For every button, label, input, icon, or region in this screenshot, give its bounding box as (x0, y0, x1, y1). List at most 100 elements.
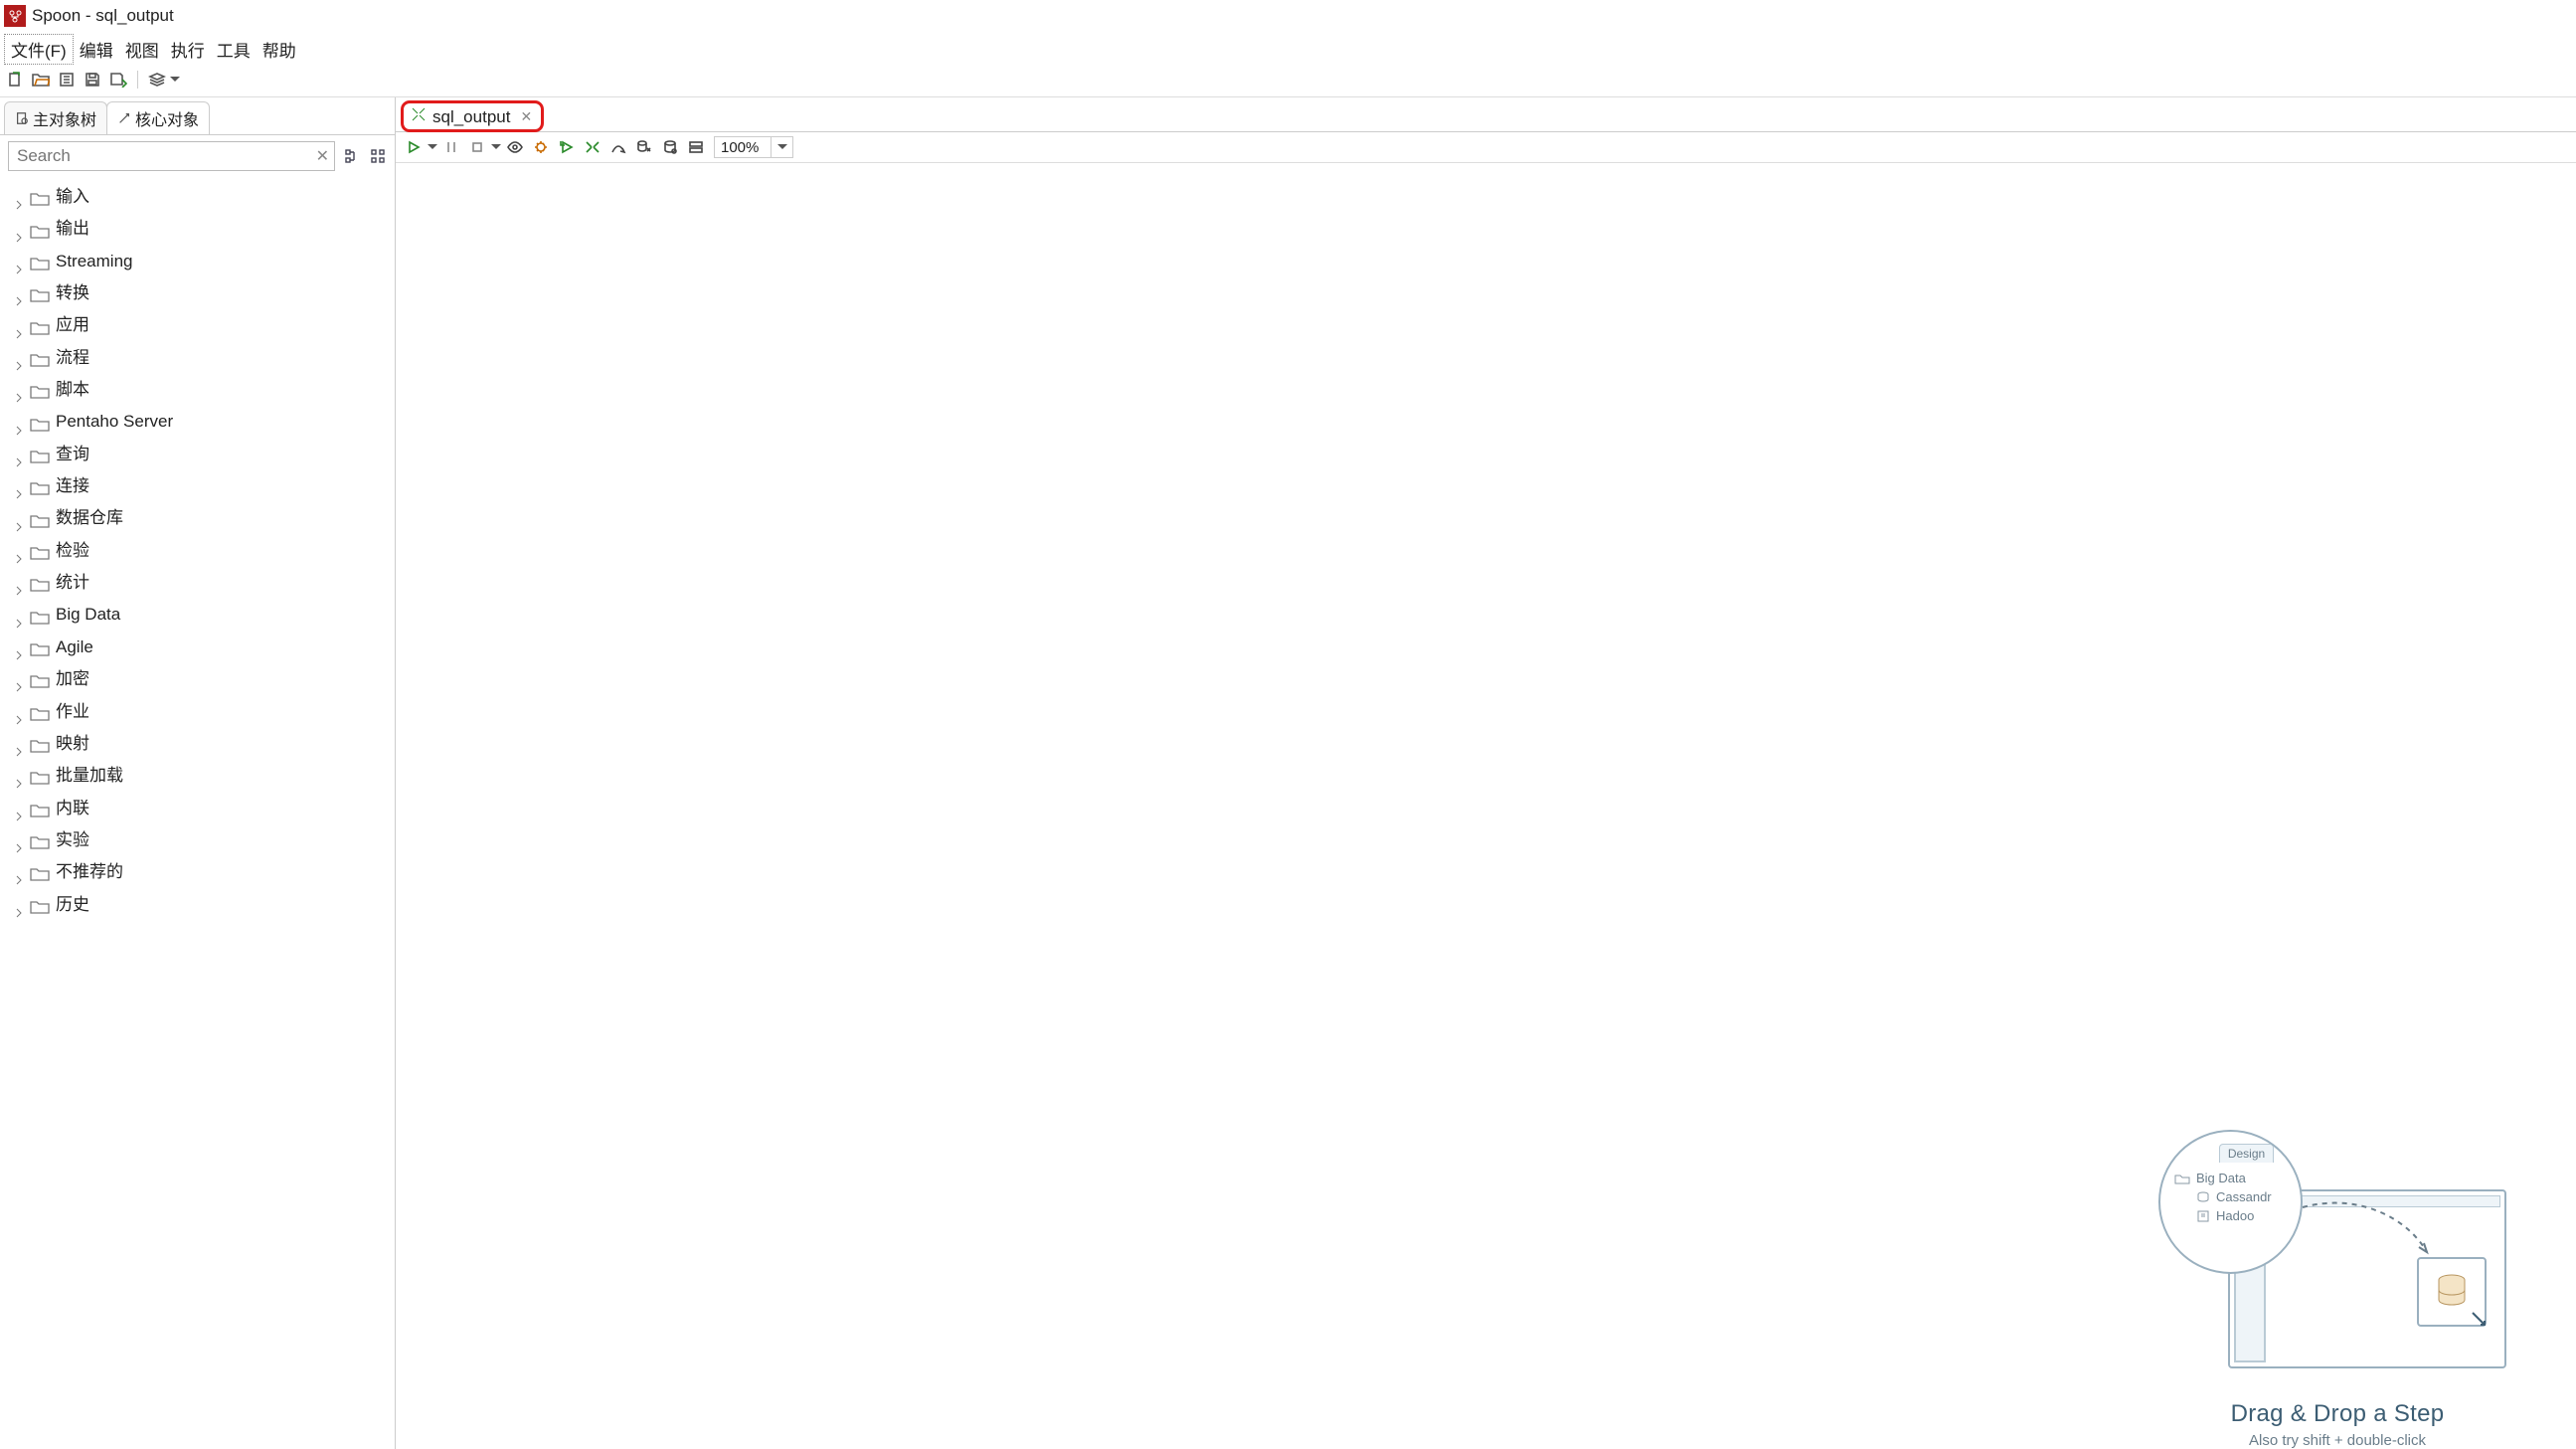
top-toolbar (0, 67, 2576, 97)
folder-icon (30, 832, 50, 848)
tree-item[interactable]: Streaming (2, 246, 395, 277)
pause-icon[interactable] (439, 136, 463, 158)
menu-view[interactable]: 视图 (119, 35, 165, 64)
tree-item[interactable]: 输出 (2, 213, 395, 245)
tree-item-label: 转换 (56, 280, 89, 306)
hint-circle-row1: Big Data (2196, 1171, 2246, 1185)
stop-icon[interactable] (465, 136, 489, 158)
tree-item[interactable]: 历史 (2, 889, 395, 921)
tree-item[interactable]: 批量加载 (2, 760, 395, 792)
tree-item-label: 统计 (56, 570, 89, 596)
close-tab-icon[interactable]: ✕ (516, 108, 532, 125)
save-icon[interactable] (82, 69, 103, 91)
explore-db-icon[interactable] (658, 136, 682, 158)
folder-icon (30, 511, 50, 527)
drag-drop-hint: Design Big Data Cassandr H (2158, 1130, 2516, 1449)
chevron-right-icon (14, 900, 24, 910)
save-as-icon[interactable] (107, 69, 129, 91)
tree-item[interactable]: 内联 (2, 793, 395, 824)
tree-item[interactable]: 查询 (2, 439, 395, 470)
chevron-right-icon (14, 771, 24, 781)
perspective-dropdown[interactable] (146, 69, 180, 91)
menubar: 文件(F) 编辑 视图 执行 工具 帮助 (0, 32, 2576, 67)
tree-item-label: 输入 (56, 184, 89, 210)
chevron-right-icon (14, 642, 24, 652)
menu-tools[interactable]: 工具 (211, 35, 257, 64)
impact-icon[interactable] (606, 136, 630, 158)
run-dropdown-caret[interactable] (428, 144, 437, 154)
zoom-dropdown-icon[interactable] (771, 137, 792, 157)
tree-item[interactable]: 应用 (2, 309, 395, 341)
tree-item[interactable]: 转换 (2, 277, 395, 309)
chevron-right-icon (14, 867, 24, 877)
menu-run[interactable]: 执行 (165, 35, 211, 64)
tree-item[interactable]: Big Data (2, 599, 395, 631)
chevron-right-icon (14, 804, 24, 814)
preview-icon[interactable] (503, 136, 527, 158)
open-file-icon[interactable] (30, 69, 52, 91)
tree-item-label: 作业 (56, 699, 89, 725)
tree-item[interactable]: 作业 (2, 696, 395, 728)
tree-item[interactable]: 映射 (2, 728, 395, 760)
tab-core-objects[interactable]: 核心对象 (106, 101, 210, 134)
tree-item-label: 检验 (56, 538, 89, 564)
tree-item-label: 流程 (56, 345, 89, 371)
tree-item-label: Big Data (56, 602, 120, 628)
debug-icon[interactable] (529, 136, 553, 158)
tree-item[interactable]: 检验 (2, 535, 395, 567)
menu-edit[interactable]: 编辑 (74, 35, 119, 64)
chevron-right-icon (14, 192, 24, 202)
step-tree: 输入输出Streaming 转换应用流程脚本Pentaho Server查询连接数… (0, 177, 395, 1449)
folder-icon (30, 704, 50, 720)
sql-icon[interactable] (632, 136, 656, 158)
explore-repo-icon[interactable] (56, 69, 78, 91)
tree-item[interactable]: 不推荐的 (2, 856, 395, 888)
verify-icon[interactable] (581, 136, 604, 158)
drag-drop-illustration: Design Big Data Cassandr H (2158, 1130, 2516, 1388)
chevron-right-icon (14, 225, 24, 235)
chevron-right-icon (14, 481, 24, 491)
chevron-right-icon (14, 835, 24, 845)
new-file-icon[interactable] (4, 69, 26, 91)
editor-toolbar: 100% (396, 132, 2576, 163)
tree-item[interactable]: 加密 (2, 663, 395, 695)
chevron-right-icon (14, 321, 24, 331)
collapse-all-icon[interactable] (369, 147, 387, 165)
folder-icon (30, 254, 50, 270)
tree-item-label: 内联 (56, 796, 89, 821)
menu-help[interactable]: 帮助 (257, 35, 302, 64)
tree-item[interactable]: 实验 (2, 824, 395, 856)
caret-down-icon (170, 77, 180, 87)
hint-circle-row3: Hadoo (2216, 1208, 2254, 1223)
tree-item[interactable]: Agile (2, 632, 395, 663)
chevron-right-icon (14, 546, 24, 556)
chevron-right-icon (14, 385, 24, 395)
replay-icon[interactable] (555, 136, 579, 158)
editor-tab-label: sql_output (432, 107, 510, 127)
editor-tab-sql-output[interactable]: sql_output ✕ (402, 101, 543, 131)
folder-icon (30, 608, 50, 624)
tab-main-tree[interactable]: 主对象树 (4, 101, 107, 134)
stop-dropdown-caret[interactable] (491, 144, 501, 154)
tree-item[interactable]: 输入 (2, 181, 395, 213)
canvas[interactable]: Design Big Data Cassandr H (396, 163, 2576, 1449)
zoom-selector[interactable]: 100% (714, 136, 793, 158)
clear-search-icon[interactable]: ✕ (316, 146, 329, 166)
search-input[interactable] (8, 141, 335, 171)
folder-icon (30, 222, 50, 238)
tree-item[interactable]: Pentaho Server (2, 406, 395, 438)
menu-file[interactable]: 文件(F) (4, 34, 74, 65)
layers-icon (146, 69, 168, 91)
tree-item[interactable]: 脚本 (2, 374, 395, 406)
tree-item[interactable]: 统计 (2, 567, 395, 599)
run-icon[interactable] (402, 136, 426, 158)
tree-item-label: Agile (56, 634, 93, 660)
tree-item[interactable]: 连接 (2, 470, 395, 502)
tree-item-label: 连接 (56, 473, 89, 499)
tree-item[interactable]: 流程 (2, 342, 395, 374)
window-title: Spoon - sql_output (32, 6, 174, 26)
show-results-icon[interactable] (684, 136, 708, 158)
tree-item[interactable]: 数据仓库 (2, 502, 395, 534)
folder-icon (30, 801, 50, 816)
expand-all-icon[interactable] (343, 147, 361, 165)
